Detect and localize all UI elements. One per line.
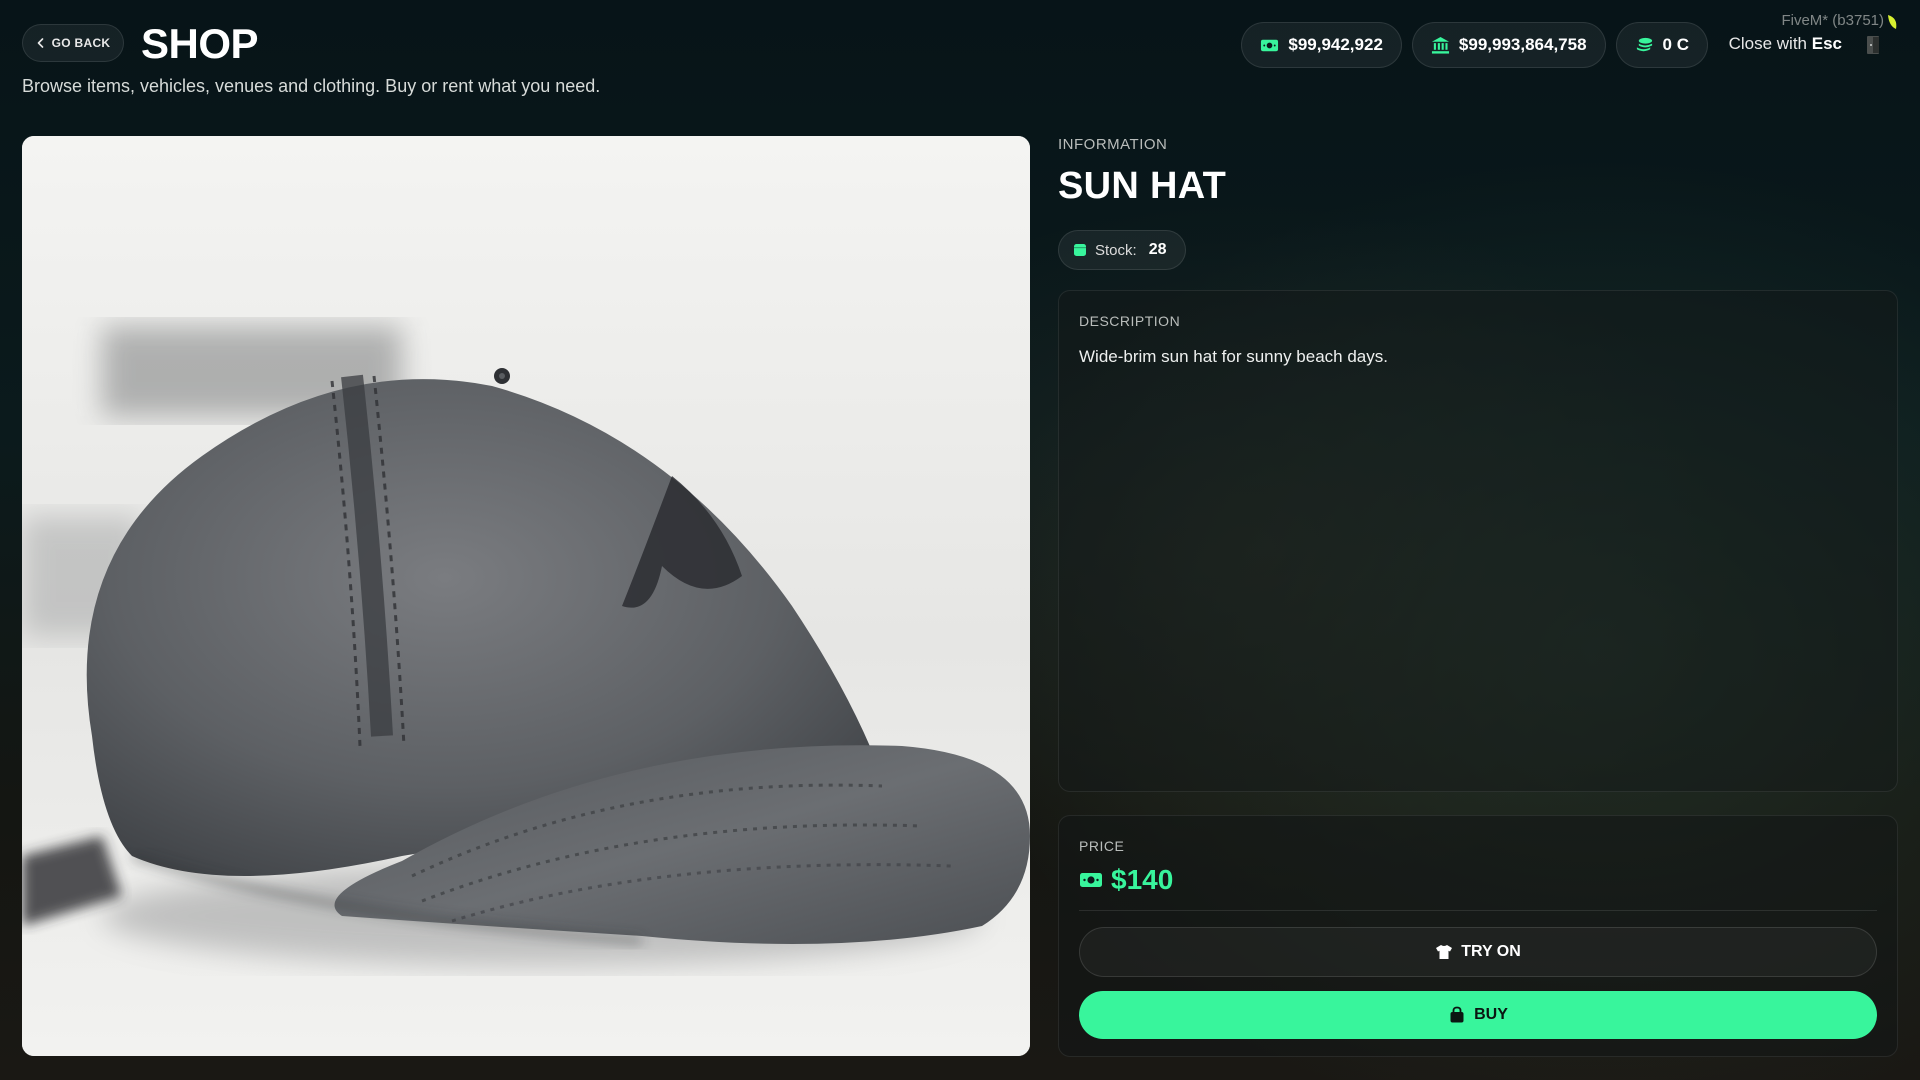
coins-icon <box>1636 37 1652 51</box>
go-back-button[interactable]: GO BACK <box>22 24 124 62</box>
cash-balance: $99,942,922 <box>1241 22 1402 68</box>
go-back-label: GO BACK <box>51 36 111 50</box>
cash-icon <box>1261 39 1279 51</box>
description-text: Wide-brim sun hat for sunny beach days. <box>1079 347 1388 366</box>
cash-balance-value: $99,942,922 <box>1288 35 1383 54</box>
price-value: $140 <box>1111 864 1174 895</box>
description-label: DESCRIPTION <box>1079 313 1181 329</box>
product-info: INFORMATION SUN HAT Stock: 28 <box>1058 136 1898 270</box>
stock-label: Stock: <box>1095 241 1137 259</box>
cash-icon <box>1080 873 1102 887</box>
product-name: SUN HAT <box>1058 165 1227 207</box>
box-icon <box>1074 244 1086 256</box>
shirt-icon <box>1436 945 1453 959</box>
coins-balance-value: 0 C <box>1662 35 1689 54</box>
close-hint-prefix: Close with <box>1728 34 1808 53</box>
chevron-left-icon <box>37 38 43 48</box>
exit-door-icon[interactable] <box>1864 34 1884 56</box>
try-on-button[interactable]: TRY ON <box>1079 927 1877 977</box>
page-subtitle: Browse items, vehicles, venues and cloth… <box>22 76 601 96</box>
bank-balance: $99,993,864,758 <box>1411 22 1606 68</box>
description-card: DESCRIPTION Wide-brim sun hat for sunny … <box>1058 290 1898 792</box>
balances: $99,942,922 $99,993,864,758 0 C <box>1241 22 1708 68</box>
fivem-build-label: FiveM* (b3751) <box>1781 12 1884 29</box>
cap-photo <box>22 136 1030 1056</box>
product-image <box>22 136 1030 1056</box>
close-hint-key: Esc <box>1811 34 1842 53</box>
bank-balance-value: $99,993,864,758 <box>1458 35 1587 54</box>
shopping-bag-icon <box>1450 1006 1464 1023</box>
coins-balance: 0 C <box>1615 22 1708 68</box>
buy-button[interactable]: BUY <box>1079 991 1877 1039</box>
bank-icon <box>1431 36 1449 54</box>
fivem-status-icon <box>1888 15 1897 29</box>
stock-value: 28 <box>1148 241 1167 258</box>
close-hint: Close with Esc <box>1729 34 1842 54</box>
price-divider <box>1079 910 1877 911</box>
price-row: $140 <box>1079 864 1877 896</box>
information-label: INFORMATION <box>1058 136 1168 153</box>
page-title: SHOP <box>141 20 259 67</box>
try-on-label: TRY ON <box>1461 943 1521 960</box>
buy-label: BUY <box>1474 1006 1508 1023</box>
price-card: PRICE $140 TRY ON BUY <box>1058 815 1898 1057</box>
price-label: PRICE <box>1079 838 1125 854</box>
stock-badge: Stock: 28 <box>1058 230 1186 270</box>
